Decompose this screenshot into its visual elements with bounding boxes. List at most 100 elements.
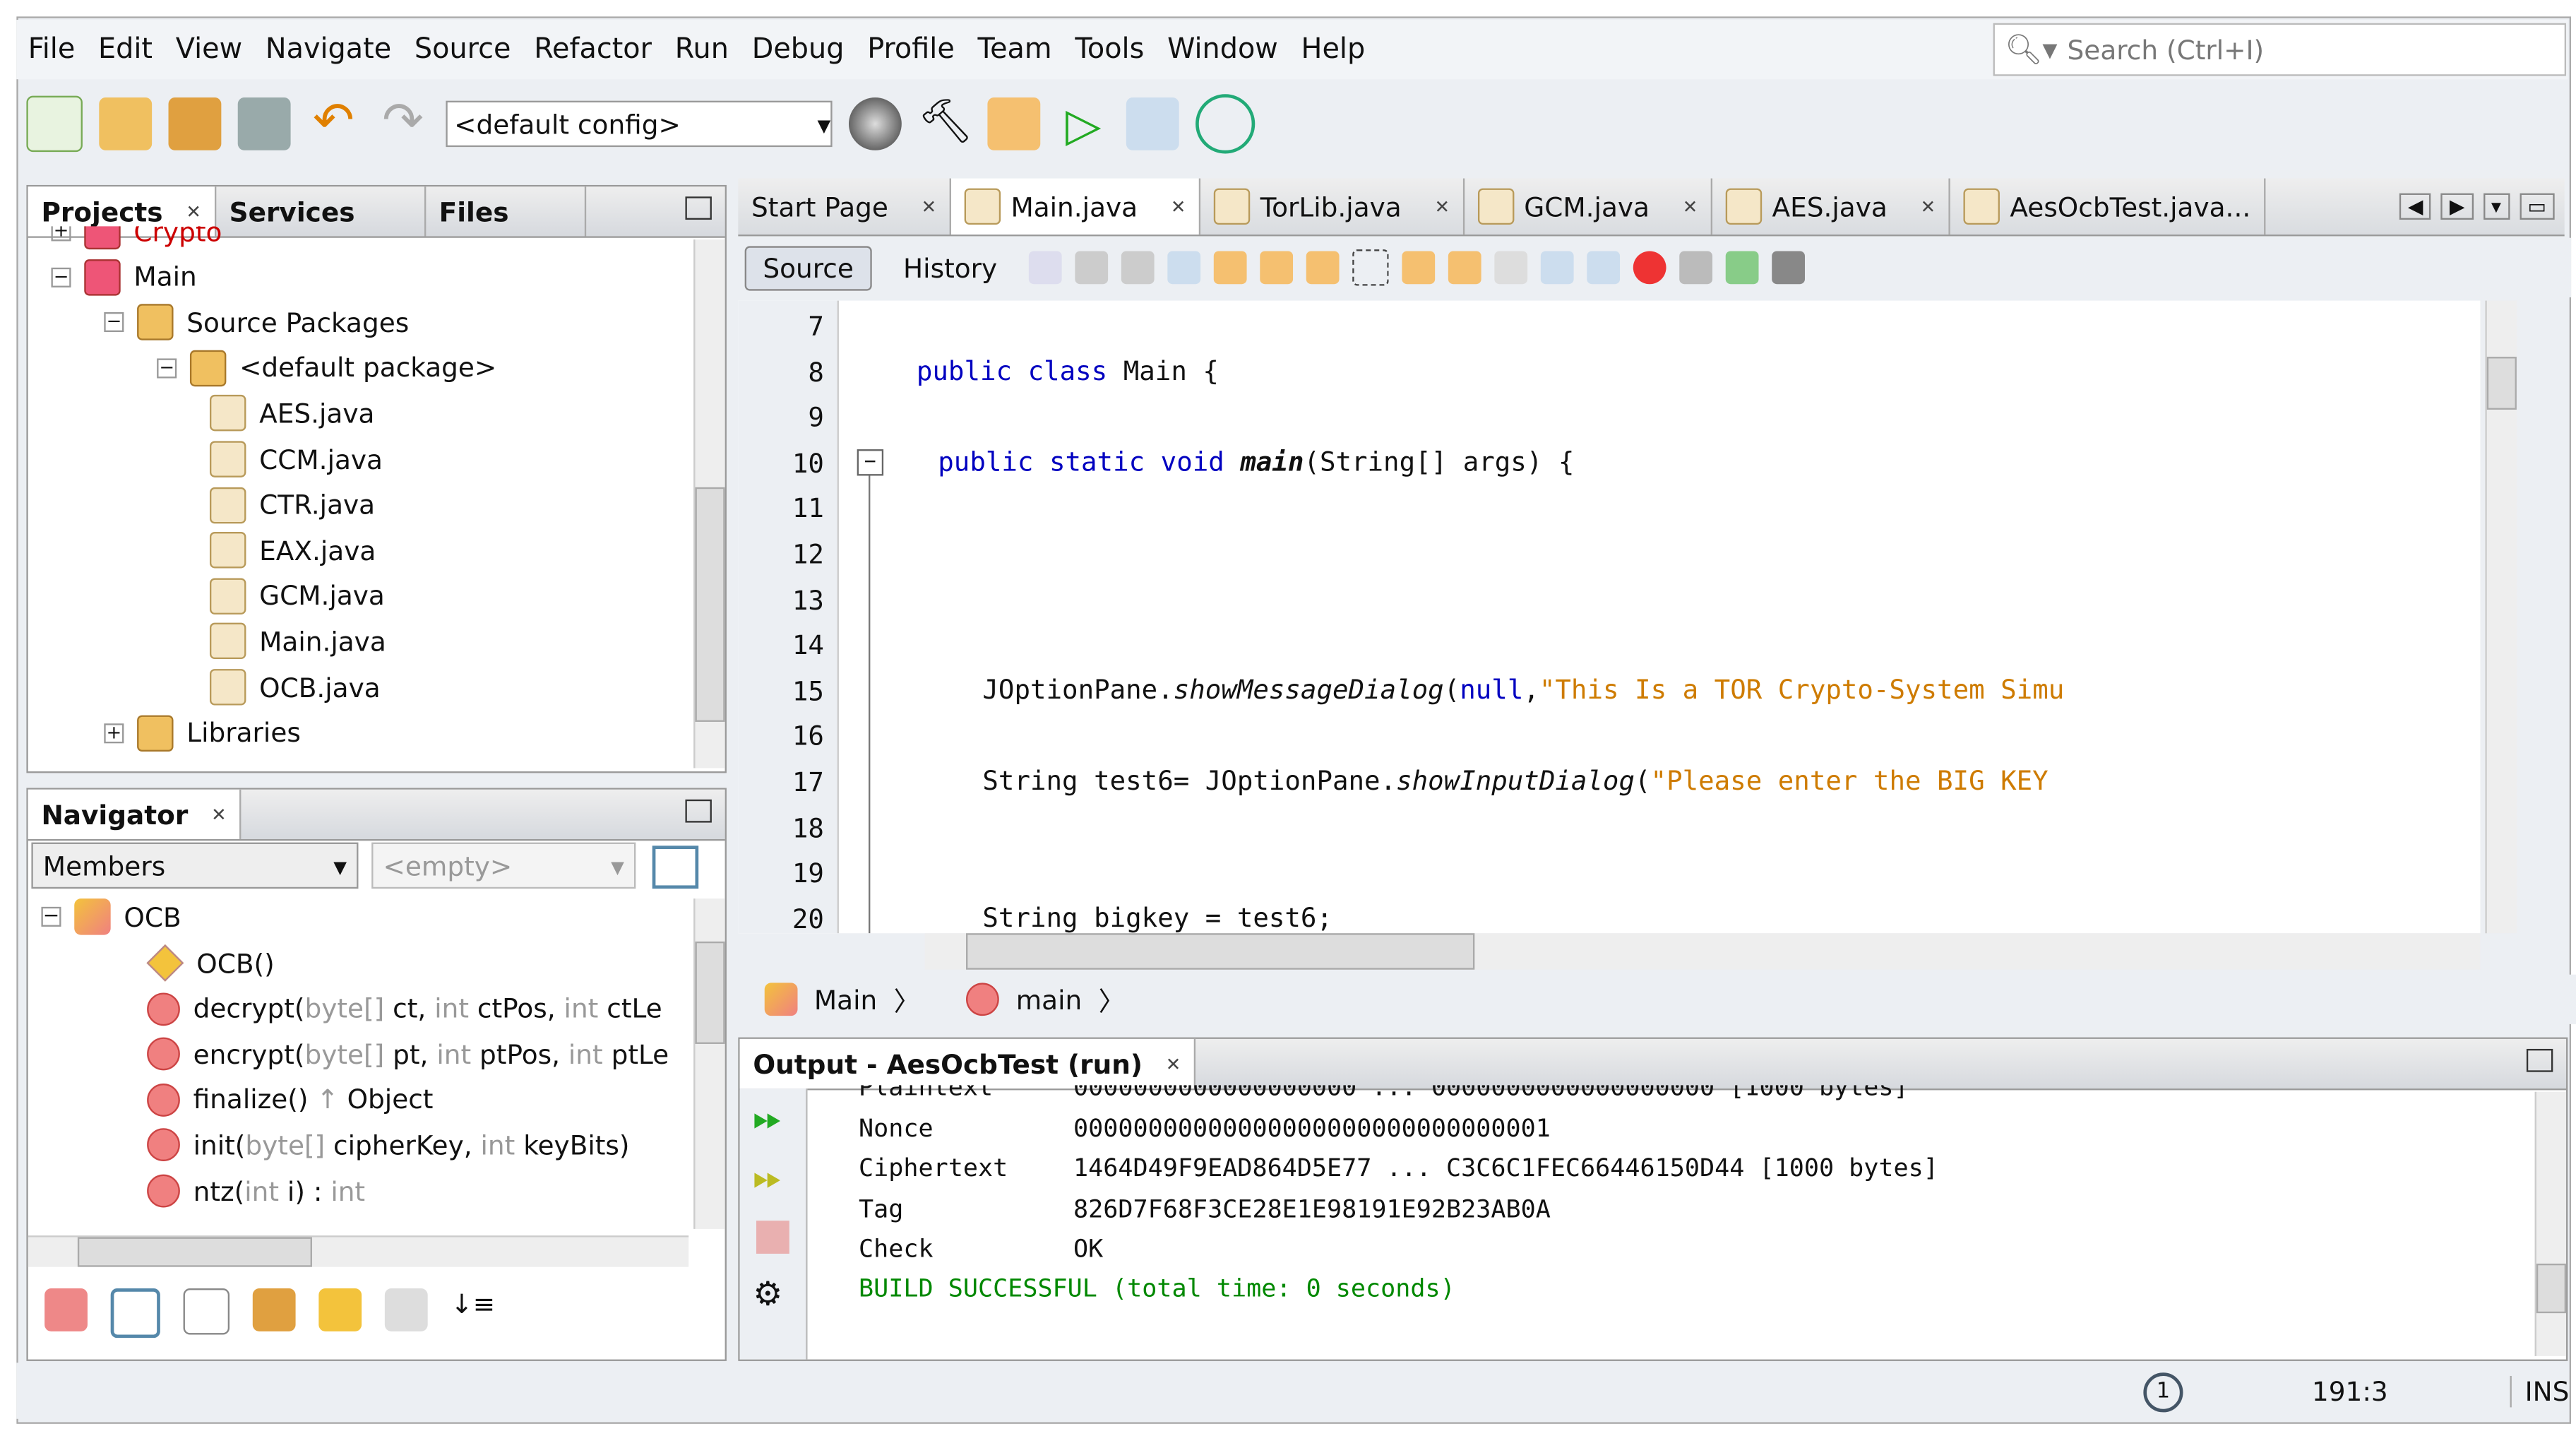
stop-icon[interactable] (756, 1221, 789, 1254)
tree-item[interactable]: + Libraries (104, 711, 301, 754)
globe-icon[interactable] (848, 97, 902, 150)
history-button[interactable]: History (885, 245, 1015, 290)
comment-icon[interactable] (1725, 251, 1759, 285)
last-edit-icon[interactable] (1028, 251, 1062, 285)
selection-icon[interactable] (1352, 249, 1389, 286)
tab-start-page[interactable]: Start Page ✕ (738, 178, 952, 235)
shift-left-icon[interactable] (1540, 251, 1574, 285)
record-macro-icon[interactable] (1633, 251, 1666, 285)
settings-icon[interactable]: ⚙︎ (753, 1274, 782, 1313)
tree-item[interactable]: + Crypto (51, 226, 222, 252)
menu-run[interactable]: Run (663, 33, 740, 66)
run-icon[interactable]: ▷ (1057, 97, 1110, 152)
menu-debug[interactable]: Debug (740, 33, 855, 66)
previous-bookmark-icon[interactable] (1402, 251, 1435, 285)
static-icon[interactable] (183, 1288, 230, 1335)
member-item[interactable]: init(byte[] cipherKey, int keyBits) (147, 1124, 630, 1167)
search-input[interactable]: 🔍︎▾ Search (Ctrl+I) (1993, 23, 2567, 76)
tree-item[interactable]: GCM.java (209, 574, 385, 617)
debug-icon[interactable] (1126, 97, 1179, 150)
minimize-icon[interactable] (685, 799, 712, 823)
close-icon[interactable]: ✕ (1683, 196, 1698, 217)
open-project-icon[interactable] (168, 97, 222, 150)
navigator-scrollbar[interactable] (693, 898, 725, 1229)
sort-icon[interactable] (384, 1288, 428, 1331)
close-icon[interactable]: ✕ (1166, 1053, 1181, 1074)
breadcrumb-main-method[interactable]: main (1016, 984, 1083, 1015)
tab-aes-java[interactable]: AES.java ✕ (1712, 178, 1951, 235)
menu-window[interactable]: Window (1156, 33, 1289, 66)
shift-right-icon[interactable] (1587, 251, 1620, 285)
tab-torlib-java[interactable]: TorLib.java ✕ (1200, 178, 1465, 235)
close-icon[interactable]: ✕ (1921, 196, 1936, 217)
expand-icon[interactable]: + (104, 723, 124, 743)
menu-view[interactable]: View (164, 33, 254, 66)
tree-item[interactable]: AES.java (209, 392, 374, 435)
tree-item[interactable]: EAX.java (209, 529, 376, 572)
scroll-left-icon[interactable]: ◀ (2399, 193, 2432, 220)
tab-aesocbtest-java-[interactable]: AesOcbTest.java... (1950, 178, 2266, 235)
sort-by-name-icon[interactable]: ↓≡ (451, 1288, 495, 1331)
scroll-right-icon[interactable]: ▶ (2441, 193, 2474, 220)
maximize-icon[interactable]: ▭ (2519, 193, 2555, 220)
minimize-icon[interactable] (685, 196, 712, 220)
build-hammer-icon[interactable]: 🔨︎ (918, 97, 972, 150)
tree-item[interactable]: − Source Packages (104, 301, 409, 344)
menu-team[interactable]: Team (966, 33, 1063, 66)
member-item[interactable]: finalize() ↑ Object (147, 1079, 433, 1122)
output-scrollbar[interactable] (2534, 1091, 2567, 1356)
save-all-icon[interactable] (237, 97, 291, 150)
tree-item[interactable]: − <default package> (157, 347, 496, 390)
inner-classes-icon[interactable] (318, 1288, 362, 1331)
next-bookmark-icon[interactable] (1448, 251, 1481, 285)
clean-build-icon[interactable] (987, 97, 1041, 150)
expand-icon[interactable]: + (51, 226, 71, 242)
tree-item[interactable]: − Main (51, 256, 197, 299)
minimize-icon[interactable] (2526, 1048, 2553, 1072)
tab-gcm-java[interactable]: GCM.java ✕ (1465, 178, 1713, 235)
new-file-icon[interactable] (26, 95, 83, 153)
menu-source[interactable]: Source (403, 33, 523, 66)
editor-vscrollbar[interactable] (2485, 300, 2517, 934)
menu-navigate[interactable]: Navigate (254, 33, 402, 66)
toggle-bookmark-icon[interactable] (1494, 251, 1527, 285)
navigator-hscrollbar[interactable] (28, 1235, 689, 1267)
find-icon[interactable] (1167, 251, 1200, 285)
forward-icon[interactable] (1121, 251, 1155, 285)
new-project-icon[interactable] (99, 97, 153, 150)
close-icon[interactable]: ✕ (1171, 196, 1186, 217)
menu-edit[interactable]: Edit (87, 33, 165, 66)
find-next-icon[interactable] (1259, 251, 1293, 285)
config-select[interactable]: <default config> ▾ (446, 100, 833, 148)
close-icon[interactable]: ✕ (186, 201, 201, 222)
member-item[interactable]: decrypt(byte[] ct, int ctPos, int ctLe (147, 987, 662, 1030)
tree-item[interactable]: OCB.java (209, 665, 381, 708)
close-icon[interactable]: ✕ (922, 196, 937, 217)
collapse-icon[interactable]: − (51, 267, 71, 287)
collapse-icon[interactable]: − (104, 312, 124, 333)
tab-list-icon[interactable]: ▾ (2483, 193, 2510, 220)
member-item[interactable]: OCB() (146, 942, 275, 985)
source-button[interactable]: Source (744, 245, 872, 290)
toggle-highlight-icon[interactable] (1306, 251, 1340, 285)
breadcrumb-main-class[interactable]: Main (814, 984, 877, 1015)
projects-scrollbar[interactable] (693, 239, 725, 769)
inherited-icon[interactable] (44, 1288, 88, 1331)
menu-file[interactable]: File (16, 33, 86, 66)
tree-item[interactable]: CTR.java (209, 483, 375, 526)
notifications-badge[interactable]: 1 (2143, 1372, 2183, 1413)
fields-icon[interactable] (110, 1288, 160, 1339)
rerun-icon[interactable]: ⏩︎ (753, 1098, 782, 1139)
redo-icon[interactable]: ↷ (376, 97, 429, 150)
code-editor[interactable]: 7 8 9 10 11 12 13 14 15 16 17 18 19 20 − public class… (738, 300, 2481, 934)
close-icon[interactable]: ✕ (1434, 196, 1450, 217)
profile-icon[interactable] (1195, 94, 1256, 154)
back-icon[interactable] (1075, 251, 1108, 285)
tab-main-java[interactable]: Main.java ✕ (951, 178, 1201, 235)
menu-tools[interactable]: Tools (1063, 33, 1156, 66)
tree-item[interactable]: CCM.java (209, 438, 383, 481)
member-item[interactable]: encrypt(byte[] pt, int ptPos, int ptLe (147, 1033, 669, 1076)
rerun-with-params-icon[interactable]: ⏩︎ (753, 1158, 782, 1199)
non-public-icon[interactable] (252, 1288, 296, 1331)
tab-output[interactable]: Output - AesOcbTest (run) ✕ (739, 1038, 1196, 1089)
